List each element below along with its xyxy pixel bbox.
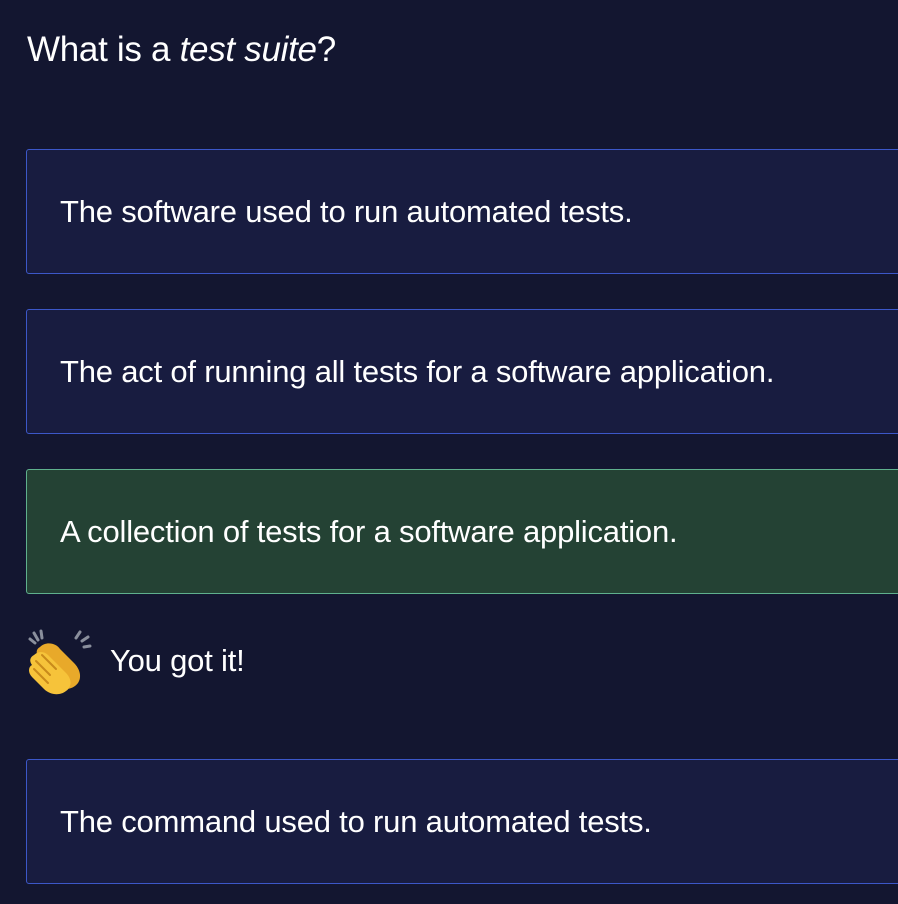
question-prefix: What is a xyxy=(27,30,180,69)
feedback-text: You got it! xyxy=(110,643,245,678)
answer-option[interactable]: The command used to run automated tests. xyxy=(26,759,898,884)
answer-option-label: The act of running all tests for a softw… xyxy=(60,353,775,389)
question-text: What is a test suite? xyxy=(27,28,336,72)
question-emphasis: test suite xyxy=(179,30,317,69)
answer-option-label: The software used to run automated tests… xyxy=(60,193,633,229)
clapping-hands-icon xyxy=(28,629,92,695)
answer-option-label: The command used to run automated tests. xyxy=(60,803,652,839)
question-suffix: ? xyxy=(316,30,336,69)
feedback-message: You got it! xyxy=(26,625,245,697)
answer-option-label: A collection of tests for a software app… xyxy=(60,513,678,549)
answer-option[interactable]: The act of running all tests for a softw… xyxy=(26,309,898,434)
answer-option-correct[interactable]: A collection of tests for a software app… xyxy=(26,469,898,594)
quiz-page: What is a test suite? The software used … xyxy=(0,0,898,904)
answer-option[interactable]: The software used to run automated tests… xyxy=(26,149,898,274)
